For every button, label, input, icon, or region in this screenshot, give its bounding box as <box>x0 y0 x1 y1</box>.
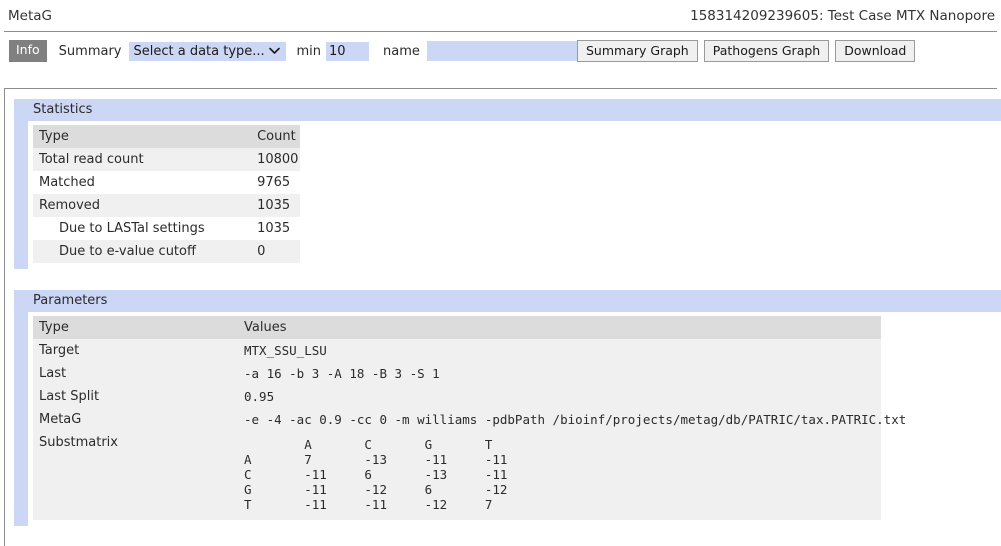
parameters-panel: Parameters Type Values Target MTX_SSU_LS… <box>14 290 1001 526</box>
app-header: MetaG 158314209239605: Test Case MTX Nan… <box>0 0 1001 32</box>
parameters-table: Type Values Target MTX_SSU_LSU Last -a 1… <box>33 316 906 520</box>
info-button[interactable]: Info <box>9 40 47 62</box>
toolbar-left-group: Info Summary Select a data type... min n… <box>9 38 632 64</box>
statistics-table: Type Count Total read count 10800 Matche… <box>33 125 300 263</box>
column-header-type: Type <box>33 316 238 339</box>
toolbar-actions: Summary Graph Pathogens Graph Download <box>577 38 916 64</box>
stat-count: 0 <box>251 240 300 263</box>
substitution-matrix: A C G T A 7 -13 -11 -11 C -11 6 -13 -11 … <box>238 431 881 520</box>
param-type: Last <box>33 362 238 385</box>
table-row: MetaG -e -4 -ac 0.9 -cc 0 -m williams -p… <box>33 408 906 431</box>
summary-graph-button[interactable]: Summary Graph <box>577 39 698 63</box>
table-row: Due to e-value cutoff 0 <box>33 240 300 263</box>
run-title: 158314209239605: Test Case MTX Nanopore <box>690 8 995 24</box>
stat-count: 9765 <box>251 171 300 194</box>
param-value: 0.95 <box>238 385 881 408</box>
column-header-count: Count <box>251 125 300 148</box>
param-type: Last Split <box>33 385 238 408</box>
left-rail-divider <box>4 88 5 546</box>
table-row: Last -a 16 -b 3 -A 18 -B 3 -S 1 <box>33 362 881 385</box>
content-divider <box>4 88 997 89</box>
column-header-values: Values <box>238 316 881 339</box>
stat-type: Matched <box>33 171 252 194</box>
stat-count: 1035 <box>251 217 300 240</box>
statistics-panel-title: Statistics <box>14 99 1001 121</box>
summary-label: Summary <box>58 43 122 59</box>
name-label: name <box>383 43 420 59</box>
table-header-row: Type Count <box>33 125 300 148</box>
stat-count: 10800 <box>251 148 300 171</box>
param-value: -e -4 -ac 0.9 -cc 0 -m williams -pdbPath… <box>238 408 906 431</box>
header-divider <box>4 31 997 32</box>
table-row-substmatrix: Substmatrix A C G T A 7 -13 -11 -11 C -1… <box>33 431 881 520</box>
parameters-panel-body: Type Values Target MTX_SSU_LSU Last -a 1… <box>14 312 1001 526</box>
column-header-type: Type <box>33 125 252 148</box>
param-value: -a 16 -b 3 -A 18 -B 3 -S 1 <box>238 362 881 385</box>
min-label: min <box>296 43 322 59</box>
table-row: Last Split 0.95 <box>33 385 881 408</box>
table-header-row: Type Values <box>33 316 881 339</box>
statistics-panel: Statistics Type Count Total read count 1… <box>14 99 1001 269</box>
param-type: Target <box>33 339 238 362</box>
data-type-select[interactable]: Select a data type... <box>128 41 286 61</box>
param-value: MTX_SSU_LSU <box>238 339 881 362</box>
download-button[interactable]: Download <box>835 39 916 63</box>
param-type: Substmatrix <box>33 431 238 520</box>
data-type-select-wrapper: Select a data type... <box>122 41 286 61</box>
param-type: MetaG <box>33 408 238 431</box>
stat-type: Due to e-value cutoff <box>33 240 252 263</box>
table-row: Removed 1035 <box>33 194 300 217</box>
toolbar: Info Summary Select a data type... min n… <box>0 38 1001 64</box>
table-row: Due to LASTal settings 1035 <box>33 217 300 240</box>
min-input[interactable] <box>326 41 370 61</box>
app-title: MetaG <box>8 8 52 24</box>
stat-type: Removed <box>33 194 252 217</box>
table-row: Matched 9765 <box>33 171 300 194</box>
parameters-panel-title: Parameters <box>14 290 1001 312</box>
pathogens-graph-button[interactable]: Pathogens Graph <box>703 39 830 63</box>
stat-type: Due to LASTal settings <box>33 217 252 240</box>
table-row: Total read count 10800 <box>33 148 300 171</box>
table-row: Target MTX_SSU_LSU <box>33 339 881 362</box>
statistics-panel-body: Type Count Total read count 10800 Matche… <box>14 121 1001 269</box>
stat-count: 1035 <box>251 194 300 217</box>
stat-type: Total read count <box>33 148 252 171</box>
